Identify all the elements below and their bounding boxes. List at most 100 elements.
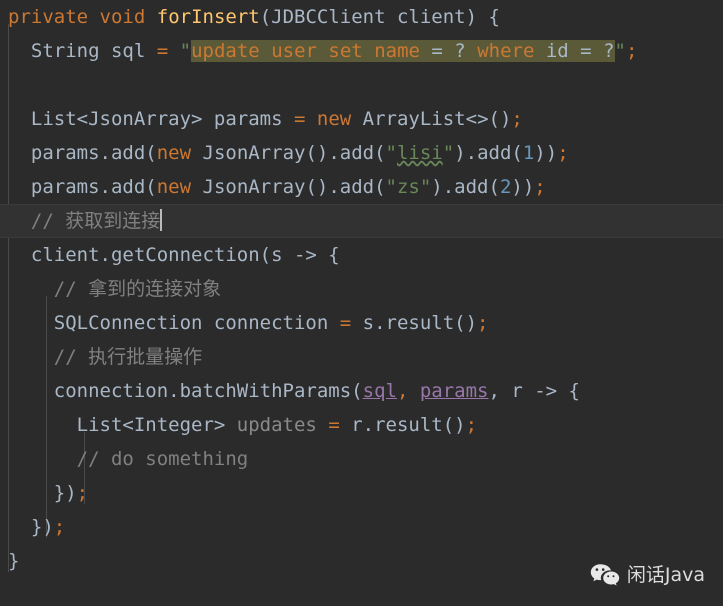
token-ctor-jsonarray-add: JsonArray().add( xyxy=(191,176,386,198)
token-sql-placeholder-2: ? xyxy=(603,40,615,62)
token-comment-connection-object: // 拿到的连接对象 xyxy=(53,278,222,300)
token-number-2: 2 xyxy=(499,176,512,198)
code-line-1[interactable]: private void forInsert(JDBCClient client… xyxy=(0,0,723,34)
token-paren-brace: ) { xyxy=(465,6,500,28)
token-comment-do-something: // do something xyxy=(76,448,249,470)
token-comment-get-connection: // 获取到连接 xyxy=(30,210,161,232)
token-sql-eq-2: = xyxy=(568,40,604,62)
code-line-13[interactable]: List<Integer> updates = r.result(); xyxy=(0,408,723,442)
code-line-6[interactable]: params.add(new JsonArray().add("zs").add… xyxy=(0,170,723,204)
token-semicolon: ; xyxy=(465,414,478,436)
token-lambda-r: , r -> { xyxy=(488,380,580,402)
token-number-1: 1 xyxy=(522,142,535,164)
code-editor-viewport[interactable]: private void forInsert(JDBCClient client… xyxy=(0,0,723,606)
code-line-5[interactable]: params.add(new JsonArray().add("lisi").a… xyxy=(0,136,723,170)
token-call-add: ).add( xyxy=(431,176,500,198)
token-call-getconnection: client.getConnection(s -> { xyxy=(30,244,340,266)
token-quote-open: " xyxy=(385,142,397,164)
token-var-sql-ref: sql xyxy=(362,380,397,402)
code-line-7-active[interactable]: // 获取到连接 xyxy=(0,204,723,238)
token-sql-id: id xyxy=(545,40,569,62)
token-keyword-new: new xyxy=(156,142,192,164)
code-line-11[interactable]: // 执行批量操作 xyxy=(0,340,723,374)
token-string-zs: "zs" xyxy=(385,176,432,198)
code-line-8[interactable]: client.getConnection(s -> { xyxy=(0,238,723,272)
token-call-add: ).add( xyxy=(454,142,523,164)
token-operator-assign: = xyxy=(156,40,169,62)
token-semicolon: ; xyxy=(625,40,638,62)
token-decl-sqlconnection: SQLConnection connection xyxy=(53,312,340,334)
token-semicolon: ; xyxy=(76,482,89,504)
token-operator-assign: = xyxy=(339,312,352,334)
token-quote-close: " xyxy=(442,142,455,164)
token-sql-eq-1: = xyxy=(419,40,455,62)
token-call-r-result: r.result() xyxy=(339,414,466,436)
token-string-lisi-typo: lisi xyxy=(396,142,443,164)
token-method-forInsert: forInsert xyxy=(156,6,260,28)
code-line-9[interactable]: // 拿到的连接对象 xyxy=(0,272,723,306)
code-line-4[interactable]: List<JsonArray> params = new ArrayList<>… xyxy=(0,102,723,136)
token-close-lambda: }) xyxy=(53,482,77,504)
token-var-sql: sql xyxy=(99,40,157,62)
token-keyword-void: void xyxy=(99,6,146,28)
token-close-lambda: }) xyxy=(30,516,54,538)
code-line-17[interactable]: } xyxy=(0,544,723,578)
token-comma: , xyxy=(396,380,420,402)
code-line-3-blank[interactable] xyxy=(0,68,723,102)
token-type-JDBCClient: JDBCClient xyxy=(271,6,386,28)
token-keyword-private: private xyxy=(8,6,89,28)
token-sql-name: name xyxy=(374,40,420,62)
text-caret xyxy=(160,209,163,231)
token-var-updates-unused: updates xyxy=(236,414,317,436)
token-semicolon: ; xyxy=(477,312,489,334)
token-param-client: client xyxy=(385,6,466,28)
token-sql-update: update xyxy=(191,40,260,62)
token-var-params-ref: params xyxy=(419,380,489,402)
token-operator-assign: = xyxy=(294,108,306,130)
token-quote-close: " xyxy=(614,40,626,62)
token-sql-placeholder-1: ? xyxy=(454,40,466,62)
code-content[interactable]: private void forInsert(JDBCClient client… xyxy=(0,0,723,578)
token-semicolon: ; xyxy=(53,516,66,538)
token-keyword-new: new xyxy=(156,176,192,198)
token-call-batchwithparams: connection.batchWithParams( xyxy=(53,380,363,402)
token-semicolon: ; xyxy=(534,176,546,198)
code-line-2[interactable]: String sql = "update user set name = ? w… xyxy=(0,34,723,68)
token-type-list-integer: List<Integer> xyxy=(76,414,237,436)
token-call-s-result: s.result() xyxy=(351,312,478,334)
token-paren-open: ( xyxy=(259,6,272,28)
code-line-14[interactable]: // do something xyxy=(0,442,723,476)
token-close-parens: )) xyxy=(534,142,558,164)
token-close-parens: )) xyxy=(511,176,535,198)
sql-injection-highlight: update user set name = ? where id = ? xyxy=(191,40,615,62)
code-line-16[interactable]: }); xyxy=(0,510,723,544)
token-quote-open: " xyxy=(179,40,192,62)
token-ctor-arraylist: ArrayList<>() xyxy=(351,108,512,130)
token-close-method-brace: } xyxy=(8,550,20,572)
token-type-String: String xyxy=(30,40,100,62)
token-semicolon: ; xyxy=(511,108,523,130)
code-line-10[interactable]: SQLConnection connection = s.result(); xyxy=(0,306,723,340)
code-line-12[interactable]: connection.batchWithParams(sql, params, … xyxy=(0,374,723,408)
token-decl-list-params: List<JsonArray> params xyxy=(30,108,294,130)
code-line-15[interactable]: }); xyxy=(0,476,723,510)
